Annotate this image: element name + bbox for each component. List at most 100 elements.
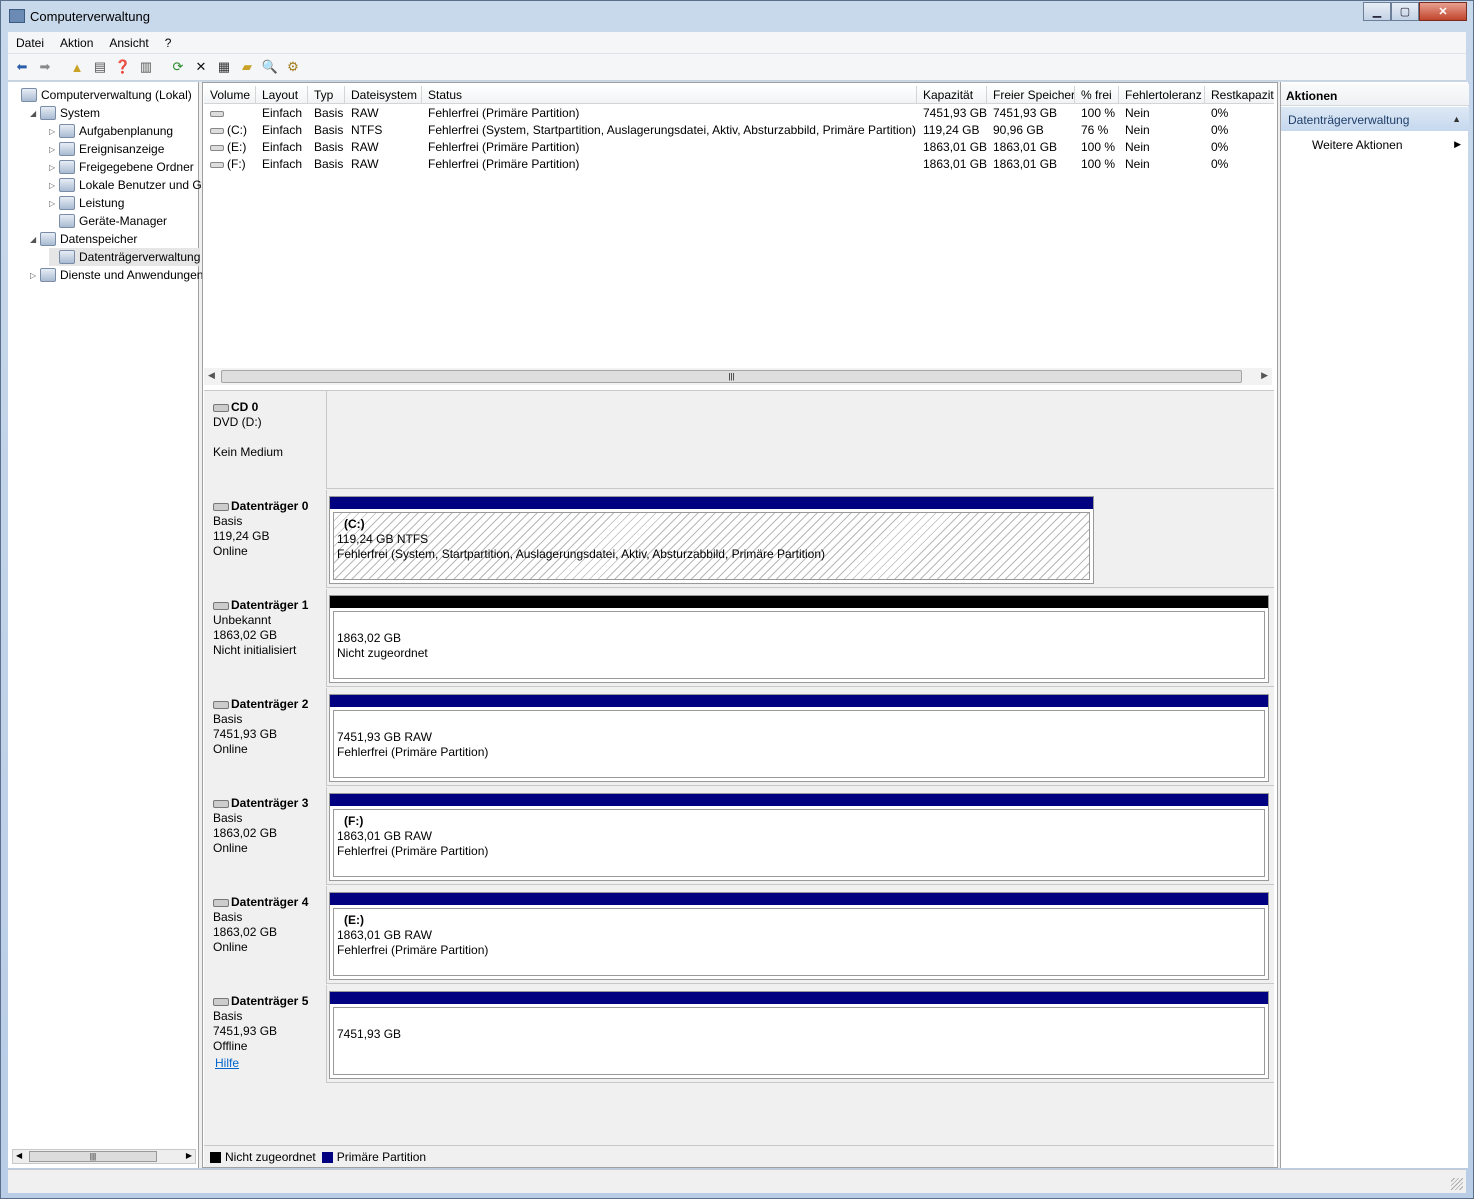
show-hide-action-pane-icon[interactable]: ▥ xyxy=(136,57,156,77)
show-hide-tree-icon[interactable]: ▤ xyxy=(90,57,110,77)
scroll-right-icon[interactable]: ▶ xyxy=(1261,370,1268,381)
disk-label[interactable]: Datenträger 0 Basis 119,24 GB Online xyxy=(204,490,327,588)
cell-text: Einfach xyxy=(262,106,303,120)
partition-block[interactable]: 7451,93 GB RAW Fehlerfrei (Primäre Partit… xyxy=(329,694,1269,782)
tree-dienste[interactable]: ▷ Dienste und Anwendungen xyxy=(30,266,203,284)
menu-help[interactable]: ? xyxy=(157,36,180,50)
expand-arrow-icon[interactable]: ▷ xyxy=(49,163,59,172)
disk-info-line: Online xyxy=(213,940,248,954)
disk-name-text: Datenträger 5 xyxy=(231,994,309,1008)
partition-block[interactable]: 1863,02 GB Nicht zugeordnet xyxy=(329,595,1269,683)
tree-system[interactable]: ◢ System xyxy=(30,104,100,122)
toolbar: ⬅ ➡ ▲ ▤ ❓ ▥ ⟳ ✕ ▦ ▰ 🔍 ⚙ xyxy=(8,54,1466,81)
expand-arrow-icon[interactable]: ◢ xyxy=(30,109,40,118)
tree-geraete-manager[interactable]: Geräte-Manager xyxy=(49,212,167,230)
table-row[interactable]: (F:) Einfach Basis RAW Fehlerfrei (Primäre P… xyxy=(204,156,1274,173)
partition-name: (F:) xyxy=(344,814,364,828)
expand-arrow-icon[interactable]: ▷ xyxy=(49,145,59,154)
partition-type-bar xyxy=(330,695,1268,707)
tree-datenspeicher[interactable]: ◢ Datenspeicher xyxy=(30,230,137,248)
column-header[interactable]: Freier Speicher xyxy=(987,86,1075,104)
disk-label[interactable]: Datenträger 3 Basis 1863,02 GB Online xyxy=(204,787,327,885)
disk-info-line: 1863,02 GB xyxy=(213,925,278,939)
disk-label[interactable]: Datenträger 4 Basis 1863,02 GB Online xyxy=(204,886,327,984)
cell-text: 1863,01 GB xyxy=(923,140,987,154)
table-cell: RAW xyxy=(345,139,422,156)
tree-datentraegerverwaltung[interactable]: Datenträgerverwaltung xyxy=(49,248,201,266)
partition-block[interactable]: (F:) 1863,01 GB RAW Fehlerfrei (Primäre Pa… xyxy=(329,793,1269,881)
expand-arrow-icon[interactable]: ◢ xyxy=(30,235,40,244)
tree-aufgabenplanung[interactable]: ▷ Aufgabenplanung xyxy=(49,122,173,140)
column-header[interactable]: Typ xyxy=(308,86,345,104)
expand-arrow-icon[interactable]: ▷ xyxy=(49,181,59,190)
column-header[interactable]: % frei xyxy=(1075,86,1119,104)
menu-ansicht[interactable]: Ansicht xyxy=(101,36,156,50)
table-row[interactable]: (C:) Einfach Basis NTFS Fehlerfrei (System, … xyxy=(204,122,1274,139)
disk-label[interactable]: CD 0 DVD (D:) Kein Medium xyxy=(204,391,327,489)
table-row[interactable]: (E:) Einfach Basis RAW Fehlerfrei (Primäre P… xyxy=(204,139,1274,156)
menu-aktion[interactable]: Aktion xyxy=(52,36,101,50)
computer-management-icon xyxy=(9,9,25,23)
help-link[interactable]: Hilfe xyxy=(213,1056,326,1071)
column-header[interactable]: Volume xyxy=(204,86,256,104)
disk-name-text: CD 0 xyxy=(231,400,259,414)
maximize-button[interactable]: ▢ xyxy=(1391,2,1419,21)
scrollbar-thumb[interactable]: ||| xyxy=(221,370,1242,383)
scroll-right-icon[interactable]: ▶ xyxy=(186,1151,192,1160)
tree-freigegebene-ordner[interactable]: ▷ Freigegebene Ordner xyxy=(49,158,194,176)
window-controls: ▁ ▢ ✕ xyxy=(1363,2,1467,21)
delete-icon[interactable]: ✕ xyxy=(191,57,211,77)
menu-bar: Datei Aktion Ansicht ? xyxy=(8,32,1466,54)
partition-block[interactable]: (E:) 1863,01 GB RAW Fehlerfrei (Primäre Pa… xyxy=(329,892,1269,980)
tree-horizontal-scrollbar[interactable]: ◀ ||| ▶ xyxy=(12,1149,196,1164)
disk-label[interactable]: Datenträger 2 Basis 7451,93 GB Online xyxy=(204,688,327,786)
open-folder-icon[interactable]: ▰ xyxy=(237,57,257,77)
expand-arrow-icon[interactable]: ▷ xyxy=(30,271,40,280)
column-header[interactable]: Layout xyxy=(256,86,308,104)
scroll-left-icon[interactable]: ◀ xyxy=(208,370,215,381)
title-bar[interactable]: Computerverwaltung ▁ ▢ ✕ xyxy=(1,1,1473,31)
disk-info-line: Kein Medium xyxy=(213,445,284,459)
column-header[interactable]: Fehlertoleranz xyxy=(1119,86,1205,104)
tree-node-icon xyxy=(59,250,75,264)
settings-icon[interactable]: ⚙ xyxy=(283,57,303,77)
tree-lokale-benutzer[interactable]: ▷ Lokale Benutzer und Gr xyxy=(49,176,206,194)
disk-drive-icon xyxy=(213,898,229,907)
volume-drive-icon xyxy=(210,161,224,168)
volume-list-horizontal-scrollbar[interactable]: ◀ ||| ▶ xyxy=(204,368,1272,385)
refresh-icon[interactable]: ⟳ xyxy=(168,57,188,77)
actions-section-datentraegerverwaltung[interactable]: Datenträgerverwaltung ▲ xyxy=(1281,107,1469,131)
properties-icon[interactable]: ▦ xyxy=(214,57,234,77)
table-row[interactable]: Einfach Basis RAW Fehlerfrei (Primäre Parti… xyxy=(204,105,1274,122)
column-header[interactable]: Status xyxy=(422,86,917,104)
expand-arrow-icon[interactable]: ▷ xyxy=(49,127,59,136)
disk-label[interactable]: Datenträger 5 Basis 7451,93 GB Offline Hilfe xyxy=(204,985,327,1083)
column-header[interactable]: Restkapazität xyxy=(1205,86,1274,104)
scroll-left-icon[interactable]: ◀ xyxy=(16,1151,22,1160)
collapse-up-icon[interactable]: ▲ xyxy=(1452,114,1461,124)
up-folder-icon[interactable]: ▲ xyxy=(67,57,87,77)
partition-block[interactable]: (C:) 119,24 GB NTFS Fehlerfrei (System, St… xyxy=(329,496,1094,584)
column-header[interactable]: Kapazität xyxy=(917,86,987,104)
minimize-button[interactable]: ▁ xyxy=(1363,2,1391,21)
resize-grip-icon[interactable] xyxy=(1451,1178,1463,1190)
forward-icon[interactable]: ➡ xyxy=(35,57,55,77)
tree-root[interactable]: Computerverwaltung (Lokal) xyxy=(11,86,192,104)
close-button[interactable]: ✕ xyxy=(1419,2,1467,21)
column-header[interactable]: Dateisystem xyxy=(345,86,422,104)
partition-block[interactable]: 7451,93 GB xyxy=(329,991,1269,1079)
scrollbar-thumb[interactable]: ||| xyxy=(29,1151,157,1162)
disk-info-line: 7451,93 GB xyxy=(213,727,278,741)
help-icon[interactable]: ❓ xyxy=(113,57,133,77)
menu-datei[interactable]: Datei xyxy=(8,36,52,50)
disk-drive-icon xyxy=(213,601,229,610)
disk-info-line: 1863,02 GB xyxy=(213,628,278,642)
tree-leistung[interactable]: ▷ Leistung xyxy=(49,194,124,212)
weitere-aktionen-item[interactable]: Weitere Aktionen ▶ xyxy=(1281,135,1469,155)
back-icon[interactable]: ⬅ xyxy=(12,57,32,77)
search-icon[interactable]: 🔍 xyxy=(260,57,280,77)
disk-drive-icon xyxy=(213,799,229,808)
disk-label[interactable]: Datenträger 1 Unbekannt 1863,02 GB Nicht in… xyxy=(204,589,327,687)
expand-arrow-icon[interactable]: ▷ xyxy=(49,199,59,208)
tree-ereignisanzeige[interactable]: ▷ Ereignisanzeige xyxy=(49,140,164,158)
